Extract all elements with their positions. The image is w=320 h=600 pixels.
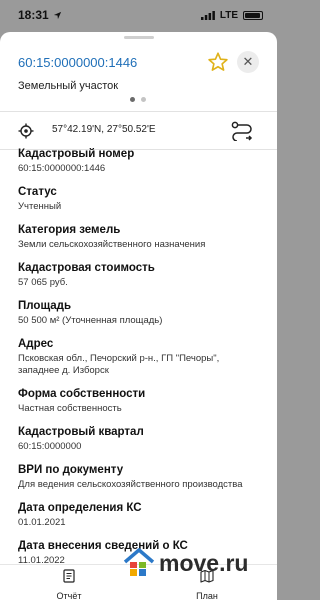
field-value: Учтенный	[18, 201, 62, 212]
plan-label: План	[196, 591, 218, 600]
field-label: Форма собственности	[18, 388, 146, 400]
page-title: 60:15:0000000:1446	[18, 55, 138, 70]
field-cadastral-number: Кадастровый номер 60:15:0000000:1446	[18, 147, 263, 175]
field-label: Адрес	[18, 338, 54, 350]
close-icon: ✕	[242, 54, 254, 69]
status-left: 18:31	[18, 8, 62, 22]
field-ownership: Форма собственности Частная собственност…	[18, 387, 263, 415]
field-value: Для ведения сельскохозяйственного произв…	[18, 479, 243, 490]
carrier-label: LTE	[219, 9, 238, 21]
field-cadastral-quarter: Кадастровый квартал 60:15:0000000	[18, 425, 263, 453]
field-label: Площадь	[18, 300, 72, 312]
field-address: Адрес Псковская обл., Печорский р-н., ГП…	[18, 337, 263, 377]
report-button[interactable]: Отчёт	[39, 569, 99, 600]
field-cadastral-value: Кадастровая стоимость 57 065 руб.	[18, 261, 263, 289]
page-indicator	[130, 97, 146, 102]
close-button[interactable]: ✕	[237, 51, 259, 73]
field-value: 01.01.2021	[18, 517, 66, 528]
field-area: Площадь 50 500 м² (Уточненная площадь)	[18, 299, 263, 327]
watermark-text: move.ru	[159, 549, 249, 576]
coordinates-text: 57°42.19'N, 27°50.52'E	[52, 124, 156, 135]
field-value: Частная собственность	[18, 403, 122, 414]
field-value: Земли сельскохозяйственного назначения	[18, 239, 206, 250]
page-dot-1[interactable]	[130, 97, 135, 102]
field-value: 60:15:0000000:1446	[18, 163, 106, 174]
status-bar: 18:31 LTE	[0, 0, 277, 30]
route-icon[interactable]	[231, 121, 253, 141]
report-icon	[63, 569, 75, 583]
watermark: move.ru	[123, 548, 248, 578]
sheet-grabber[interactable]	[124, 36, 154, 39]
field-value: 60:15:0000000	[18, 441, 82, 452]
field-label: Кадастровый номер	[18, 148, 135, 160]
target-icon	[18, 123, 34, 139]
field-value: 57 065 руб.	[18, 277, 68, 288]
field-land-category: Категория земель Земли сельскохозяйствен…	[18, 223, 263, 251]
report-label: Отчёт	[56, 591, 82, 600]
clock: 18:31	[18, 8, 49, 22]
battery-icon	[243, 10, 263, 20]
field-label: ВРИ по документу	[18, 464, 124, 476]
location-arrow-icon	[53, 11, 61, 19]
page-dot-2[interactable]	[141, 97, 146, 102]
field-label: Кадастровая стоимость	[18, 262, 155, 274]
field-value: 50 500 м² (Уточненная площадь)	[18, 315, 163, 326]
field-label: Кадастровый квартал	[18, 426, 144, 438]
field-list: Кадастровый номер 60:15:0000000:1446 Ста…	[18, 147, 263, 577]
field-status: Статус Учтенный	[18, 185, 263, 213]
star-icon[interactable]	[207, 51, 229, 73]
field-valuation-date: Дата определения КС 01.01.2021	[18, 501, 263, 529]
status-right: LTE	[200, 9, 263, 21]
field-label: Категория земель	[18, 224, 121, 236]
coordinates-row[interactable]: 57°42.19'N, 27°50.52'E	[0, 111, 277, 149]
house-logo-icon	[123, 548, 155, 576]
field-permitted-use: ВРИ по документу Для ведения сельскохозя…	[18, 463, 263, 491]
signal-icon	[200, 10, 215, 20]
page-subtitle: Земельный участок	[18, 80, 119, 92]
field-label: Статус	[18, 186, 57, 198]
field-value: Псковская обл., Печорский р-н., ГП "Печо…	[18, 353, 220, 376]
field-label: Дата определения КС	[18, 502, 142, 514]
info-sheet: 60:15:0000000:1446 Земельный участок ✕ 5…	[0, 32, 277, 600]
